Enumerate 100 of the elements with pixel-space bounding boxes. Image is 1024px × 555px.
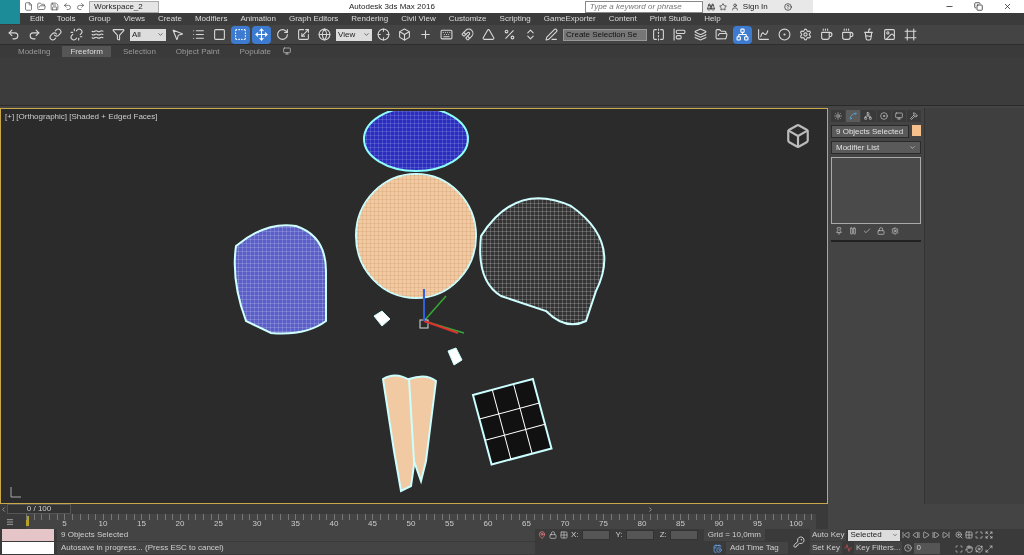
settings-icon[interactable] [891, 227, 899, 235]
lock-icon[interactable] [877, 227, 885, 235]
field-of-view-icon[interactable] [955, 545, 964, 553]
binoculars-icon[interactable] [706, 2, 715, 11]
menu-item[interactable]: Create [157, 13, 182, 25]
menu-item[interactable]: Rendering [351, 13, 389, 25]
menu-item[interactable]: Tools [56, 13, 76, 25]
time-slider-thumb[interactable]: 0 / 100 [7, 504, 71, 514]
new-file-icon[interactable] [24, 2, 33, 11]
add-time-tag-button[interactable]: Add Time Tag [726, 542, 788, 554]
maxscript-input-field[interactable] [2, 542, 54, 554]
track-bar-icon[interactable] [6, 518, 14, 526]
key-icon[interactable] [793, 536, 805, 548]
orbit-icon[interactable] [975, 545, 984, 553]
zoom-extents-icon[interactable] [975, 531, 984, 539]
undo-icon[interactable] [63, 2, 72, 11]
command-panel-tab[interactable] [831, 110, 846, 122]
menu-item[interactable]: Edit [30, 13, 44, 25]
toolbar-button[interactable] [691, 25, 710, 44]
toolbar-button[interactable] [231, 25, 250, 44]
key-filters-button[interactable]: Key Filters... [854, 542, 903, 554]
command-panel-tab[interactable] [846, 110, 861, 122]
y-coordinate-field[interactable] [625, 530, 654, 540]
ribbon-tab[interactable]: Modeling [10, 45, 59, 57]
go-to-start-icon[interactable] [902, 531, 911, 539]
toolbar-button[interactable] [733, 25, 752, 44]
selection-filter-dropdown[interactable]: All [130, 28, 166, 41]
toolbar-button[interactable] [46, 25, 65, 44]
toolbar-button[interactable] [542, 25, 561, 44]
modifier-list-dropdown[interactable]: Modifier List [831, 141, 921, 154]
menu-item[interactable]: Print Studio [649, 13, 692, 25]
workspace-dropdown[interactable]: Workspace_2 [89, 0, 159, 13]
command-panel-tab[interactable] [876, 110, 891, 122]
set-key-button[interactable]: Set Key [810, 542, 842, 554]
previous-icon[interactable] [0, 505, 7, 513]
user-icon[interactable] [730, 2, 739, 11]
key-mode-dropdown[interactable]: Selected [848, 529, 901, 541]
maxscript-listener-field[interactable] [2, 529, 54, 541]
ribbon-tab[interactable]: Object Paint [167, 45, 228, 57]
toolbar-button[interactable] [775, 25, 794, 44]
menu-item[interactable]: Content [608, 13, 637, 25]
zoom-all-icon[interactable] [965, 531, 974, 539]
play-icon[interactable] [922, 531, 931, 539]
previous-frame-icon[interactable] [912, 531, 921, 539]
maximize-viewport-icon[interactable] [985, 545, 994, 553]
ribbon-tab[interactable]: Freeform [62, 45, 111, 57]
object-name-field[interactable]: 9 Objects Selected [831, 125, 909, 138]
time-tag-icon[interactable] [713, 543, 722, 553]
toolbar-button[interactable] [315, 25, 334, 44]
lock-icon[interactable] [549, 531, 557, 539]
next-frame-icon[interactable] [932, 531, 941, 539]
pin-icon[interactable] [538, 531, 546, 539]
menu-item[interactable]: GameExporter [543, 13, 596, 25]
menu-item[interactable]: Scripting [499, 13, 531, 25]
search-field[interactable]: Type a keyword or phrase [584, 0, 703, 13]
redo-icon[interactable] [76, 2, 85, 11]
selection-set-field[interactable]: Create Selection Se [563, 28, 647, 41]
pin-icon[interactable] [835, 227, 843, 235]
toolbar-button[interactable] [374, 25, 393, 44]
modifier-stack-list[interactable] [831, 157, 921, 224]
check-icon[interactable] [863, 227, 871, 235]
menu-item[interactable]: Help [704, 13, 721, 25]
close-icon[interactable] [1003, 2, 1012, 11]
save-icon[interactable] [50, 2, 59, 11]
time-config-icon[interactable] [904, 544, 913, 552]
menu-item[interactable]: Animation [240, 13, 276, 25]
viewport[interactable]: [+] [Orthographic] [Shaded + Edged Faces] [0, 108, 828, 504]
auto-key-button[interactable]: Auto Key [810, 529, 847, 541]
zoom-extents-all-icon[interactable] [985, 531, 994, 539]
menu-item[interactable]: Graph Editors [288, 13, 339, 25]
command-panel-tab[interactable] [906, 110, 922, 122]
view-cube-icon[interactable] [785, 123, 811, 149]
menu-item[interactable]: Civil View [401, 13, 436, 25]
menu-item[interactable]: Customize [448, 13, 487, 25]
pause-icon[interactable] [849, 227, 857, 235]
go-to-end-icon[interactable] [942, 531, 951, 539]
ribbon-tab[interactable]: Selection [114, 45, 164, 57]
menu-item[interactable]: Views [123, 13, 145, 25]
zoom-icon[interactable] [955, 531, 964, 539]
x-coordinate-field[interactable] [581, 530, 610, 540]
menu-item[interactable]: Modifiers [194, 13, 228, 25]
z-coordinate-field[interactable] [669, 530, 698, 540]
menu-item[interactable]: Group [88, 13, 111, 25]
current-frame-field[interactable]: 0 [914, 542, 941, 554]
restore-icon[interactable] [974, 2, 983, 11]
pan-icon[interactable] [965, 545, 974, 553]
track-bar[interactable]: 5 10 15 20 25 30 35 40 45 50 55 60 65 70 75 80 85 90 95 100 [26, 514, 816, 529]
ribbon-options-icon[interactable] [283, 47, 291, 55]
viewport-label[interactable]: [+] [Orthographic] [Shaded + Edged Faces] [5, 111, 158, 123]
reference-coordinate-dropdown[interactable]: View [336, 28, 372, 41]
toolbar-button[interactable] [252, 25, 271, 44]
object-color-swatch[interactable] [912, 125, 921, 136]
grid-icon[interactable] [560, 531, 568, 539]
star-icon[interactable] [718, 2, 727, 11]
folder-icon[interactable] [37, 2, 46, 11]
command-panel-tab[interactable] [861, 110, 876, 122]
next-icon[interactable] [647, 505, 654, 513]
command-panel-tab[interactable] [891, 110, 906, 122]
toolbar-button[interactable] [67, 25, 86, 44]
help-icon[interactable] [783, 2, 792, 11]
